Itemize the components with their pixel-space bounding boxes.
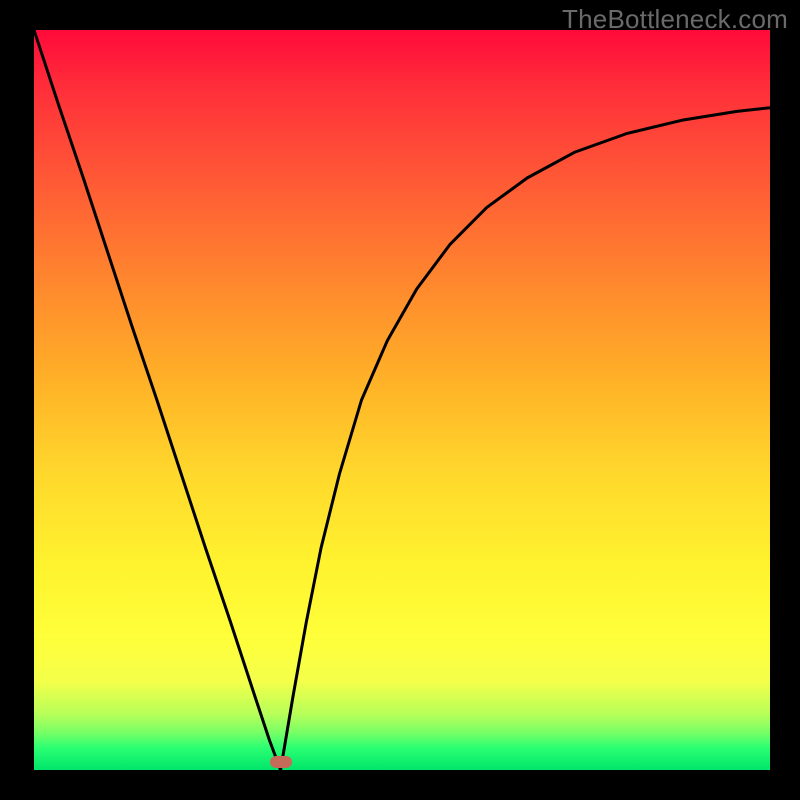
bottleneck-curve	[34, 30, 770, 770]
chart-plot-area	[34, 30, 770, 770]
min-point-marker	[270, 756, 292, 768]
curve-path	[34, 30, 770, 770]
watermark-text: TheBottleneck.com	[562, 4, 788, 35]
chart-frame: TheBottleneck.com	[0, 0, 800, 800]
